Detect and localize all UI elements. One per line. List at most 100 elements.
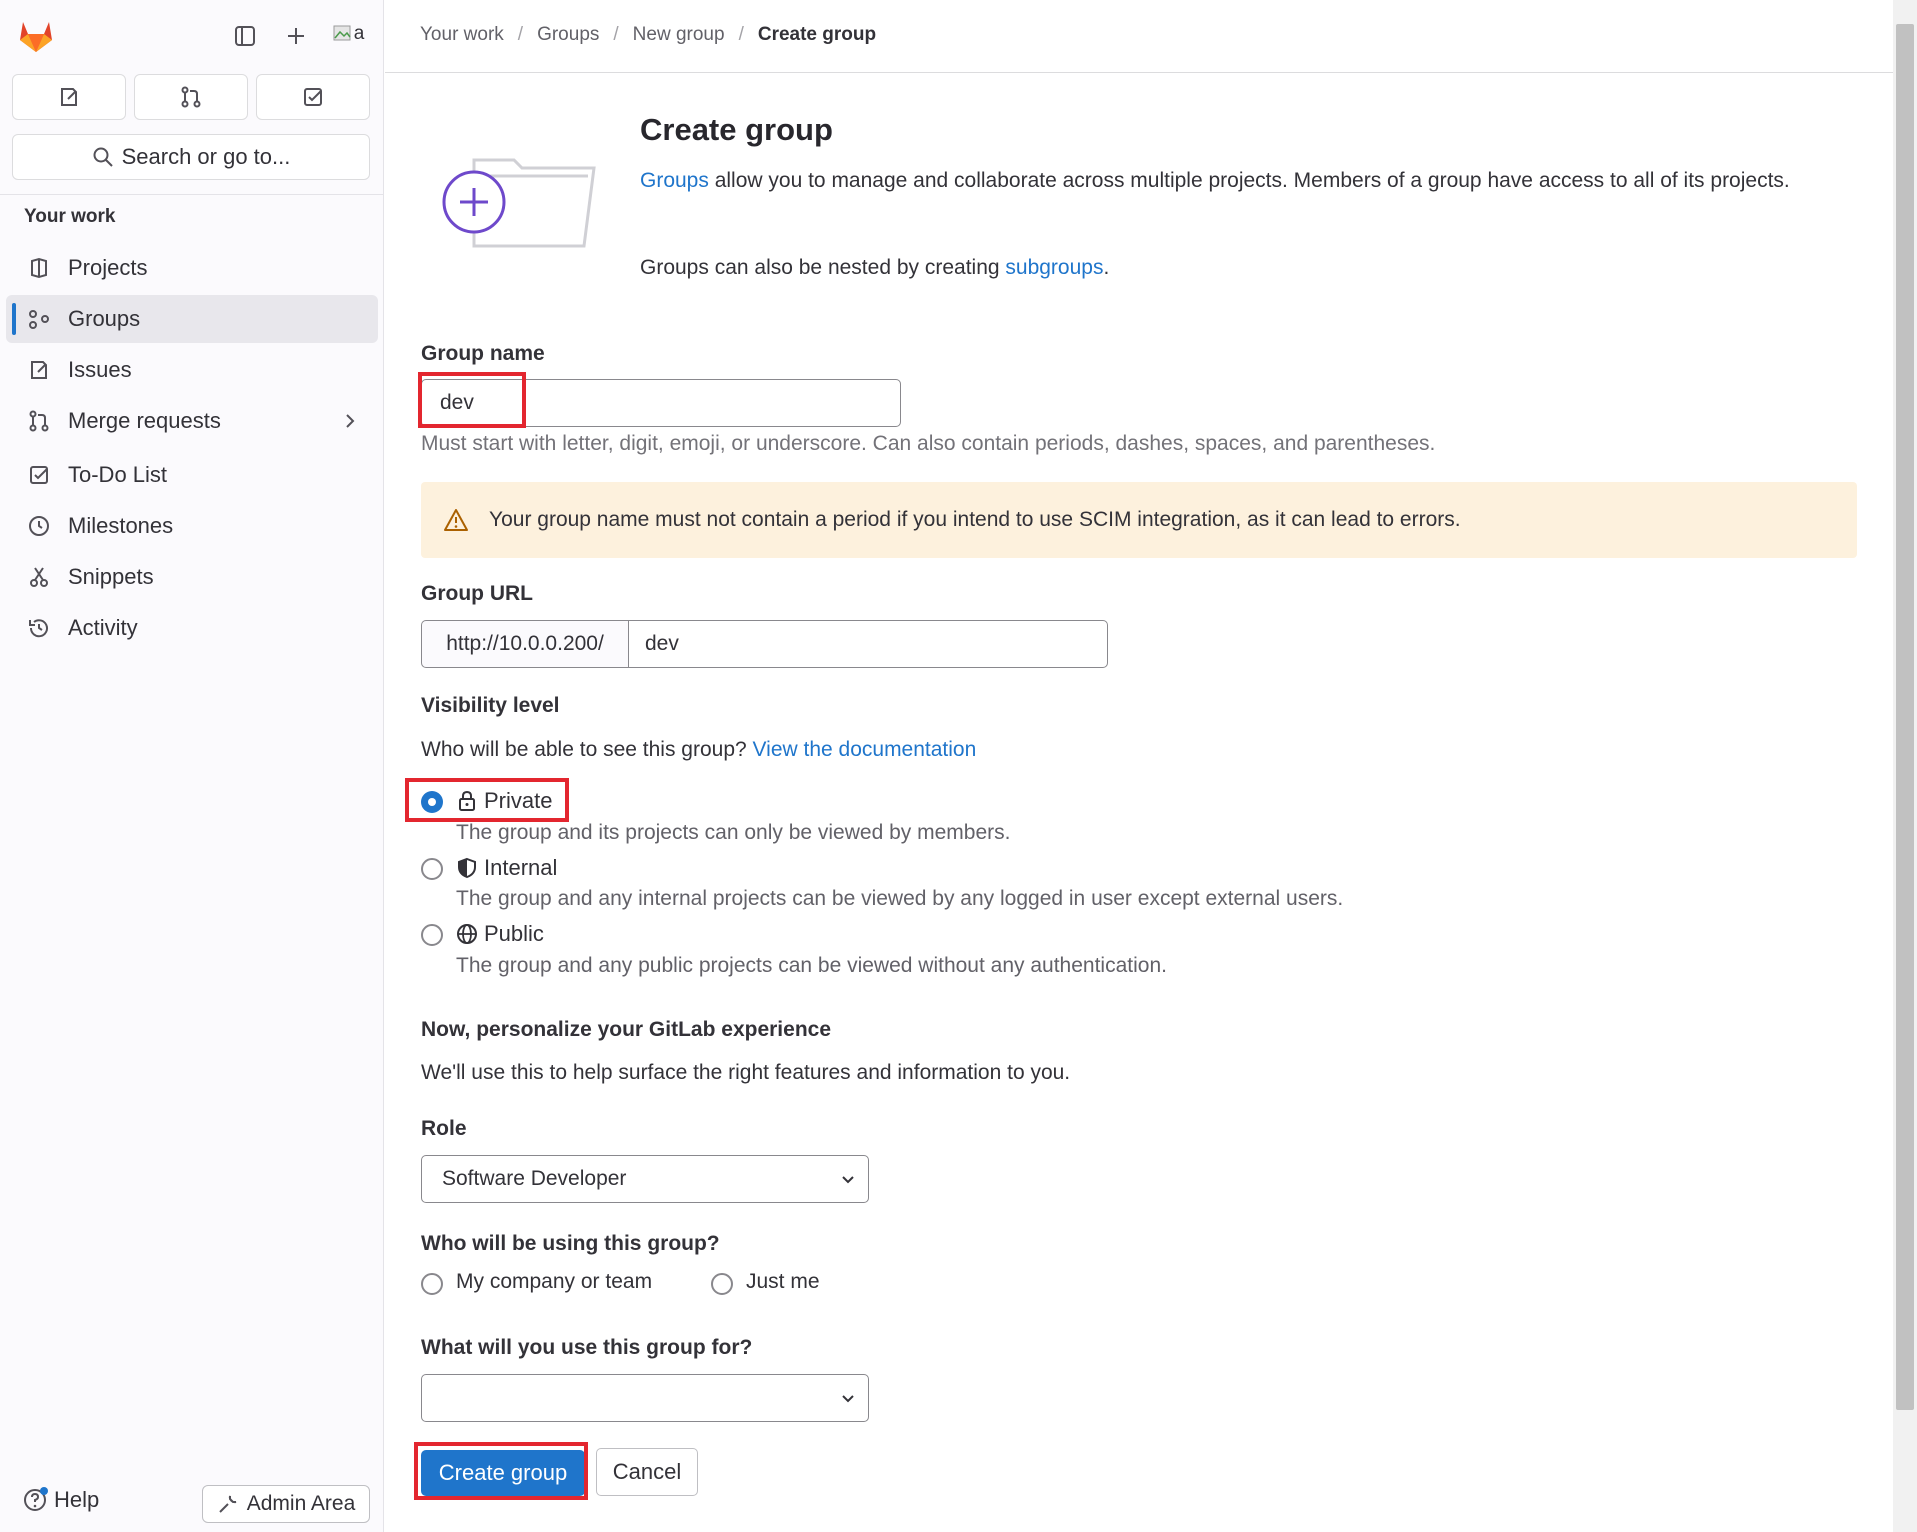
sidebar-item-issues[interactable]: Issues [6,346,378,394]
personalize-text: We'll use this to help surface the right… [421,1061,1071,1084]
wrench-icon [219,1495,236,1513]
visibility-public-radio[interactable] [421,924,443,946]
history-icon [24,613,54,643]
cancel-button[interactable]: Cancel [596,1448,698,1496]
sidebar-item-milestones[interactable]: Milestones [6,502,378,550]
group-url-prefix: http://10.0.0.200/ [421,620,628,668]
sidebar-item-snippets[interactable]: Snippets [6,553,378,601]
breadcrumb: Your work / Groups / New group / Create … [420,24,876,46]
nested-text-end: . [1103,256,1110,279]
nested-text-lead: Groups can also be nested by creating [640,256,1006,279]
visibility-question-text: Who will be able to see this group? [421,738,753,761]
audience-company-label[interactable]: My company or team [456,1270,652,1294]
groups-doc-link[interactable]: Groups [640,169,709,192]
breadcrumb-new-group[interactable]: New group [633,24,725,46]
admin-area-button[interactable]: Admin Area [202,1485,370,1523]
sidebar-item-label: Groups [68,306,141,331]
breadcrumb-separator: / [613,24,619,45]
personalize-title: Now, personalize your GitLab experience [421,1018,832,1041]
visibility-option-label: Internal [484,855,558,880]
visibility-private-radio[interactable] [421,791,443,813]
audience-just-me-radio[interactable] [711,1273,733,1295]
group-name-label: Group name [421,342,545,365]
visibility-option-description: The group and any public projects can be… [456,954,1167,977]
help-icon [22,1487,48,1513]
sidebar-section-title: Your work [24,206,116,227]
breadcrumb-separator: / [517,24,524,45]
new-group-illustration [438,146,598,256]
issues-icon [61,88,77,106]
role-label: Role [421,1117,467,1140]
todo-icon [24,460,54,490]
visibility-option-label: Public [484,921,544,946]
warning-icon [443,508,469,532]
header-divider [385,72,1893,73]
scim-warning-alert: Your group name must not contain a perio… [421,482,1857,558]
visibility-option-description: The group and any internal projects can … [456,887,1344,910]
breadcrumb-separator: / [738,24,744,45]
sidebar-item-label: Merge requests [68,408,221,433]
scissors-icon [24,562,54,592]
visibility-question: Who will be able to see this group? View… [421,738,976,762]
merge-request-icon [181,86,201,108]
sidebar-item-label: Activity [68,615,138,640]
merge-requests-shortcut-button[interactable] [134,74,248,120]
sidebar-item-label: Projects [68,255,148,280]
intro-rest: allow you to manage and collaborate acro… [708,169,1790,192]
purpose-select[interactable] [421,1374,869,1422]
shield-icon [456,857,478,879]
todo-shortcut-button[interactable] [256,74,370,120]
visibility-internal-option[interactable]: Internal [456,855,557,881]
visibility-label: Visibility level [421,694,560,717]
subgroups-link[interactable]: subgroups [1005,256,1103,279]
plus-icon[interactable] [280,20,312,52]
breadcrumb-create-group[interactable]: Create group [758,24,876,46]
help-button[interactable]: Help [22,1487,99,1513]
group-url-input[interactable]: dev [628,620,1108,668]
chevron-down-icon [838,1170,858,1196]
search-button[interactable]: Search or go to... [12,134,370,180]
group-name-input[interactable]: dev [421,379,901,427]
visibility-option-description: The group and its projects can only be v… [456,821,1011,844]
alert-text: Your group name must not contain a perio… [489,508,1461,531]
visibility-private-option[interactable]: Private [456,788,552,814]
breadcrumb-groups[interactable]: Groups [537,24,599,46]
sidebar-item-todo-list[interactable]: To-Do List [6,451,378,499]
breadcrumb-your-work[interactable]: Your work [420,24,504,46]
sidebar-item-groups[interactable]: Groups [6,295,378,343]
sidebar-item-label: Snippets [68,564,154,589]
intro-text: Groups allow you to manage and collabora… [640,165,1820,196]
scrollbar-thumb[interactable] [1896,24,1914,1410]
avatar[interactable]: a [328,16,368,52]
visibility-option-label: Private [484,788,553,813]
nested-text: Groups can also be nested by creating su… [640,252,1820,283]
sidebar-item-label: Milestones [68,513,174,538]
gitlab-logo-icon[interactable] [16,16,56,56]
avatar-alt-text: a [353,23,365,44]
clock-icon [24,511,54,541]
sidebar-toggle-icon[interactable] [229,20,261,52]
issues-shortcut-button[interactable] [12,74,126,120]
group-name-help: Must start with letter, digit, emoji, or… [421,432,1436,455]
sidebar-divider [0,194,384,195]
role-select-value: Software Developer [442,1167,627,1190]
sidebar-item-label: Issues [68,357,132,382]
chevron-down-icon [838,1389,858,1415]
sidebar-item-projects[interactable]: Projects [6,244,378,292]
visibility-doc-link[interactable]: View the documentation [753,738,977,761]
create-group-button[interactable]: Create group [421,1450,585,1496]
page-title: Create group [640,112,833,147]
globe-icon [456,923,478,945]
chevron-right-icon[interactable] [340,409,360,439]
project-icon [24,253,54,283]
search-icon [93,147,113,167]
visibility-internal-radio[interactable] [421,858,443,880]
broken-image-icon [333,25,351,41]
sidebar-item-merge-requests[interactable]: Merge requests [6,397,378,445]
sidebar-item-activity[interactable]: Activity [6,604,378,652]
audience-just-me-label[interactable]: Just me [746,1270,820,1294]
role-select[interactable]: Software Developer [421,1155,869,1203]
visibility-public-option[interactable]: Public [456,921,544,947]
help-label: Help [54,1487,100,1512]
audience-company-radio[interactable] [421,1273,443,1295]
